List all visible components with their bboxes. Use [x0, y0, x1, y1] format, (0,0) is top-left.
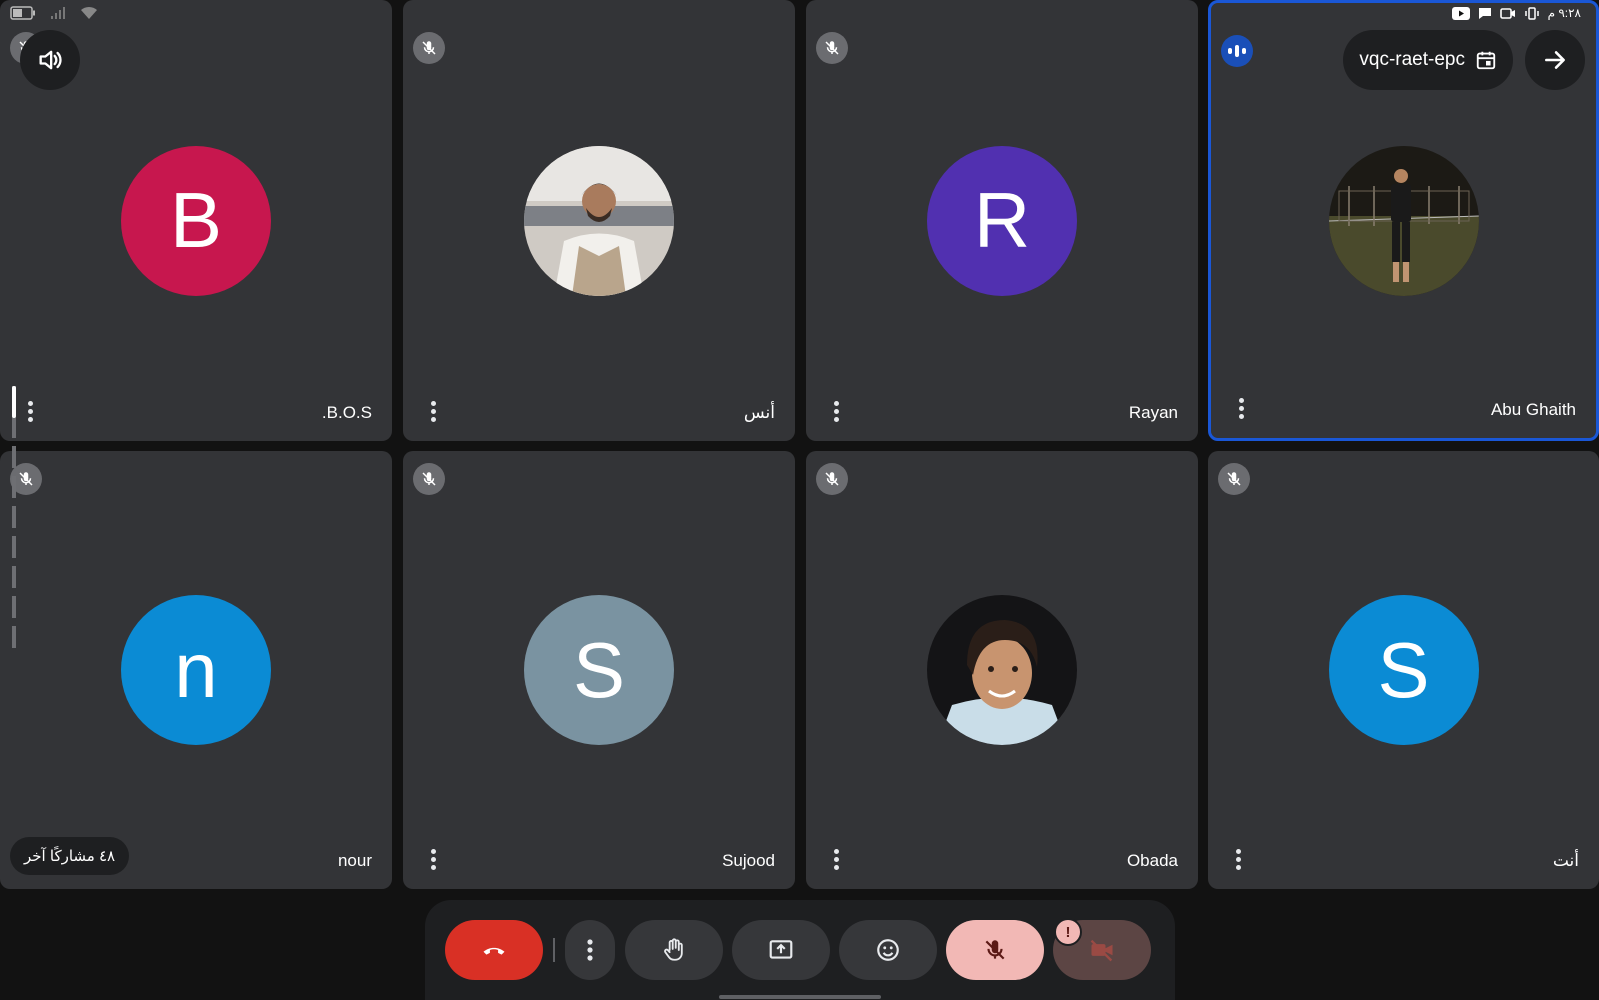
avatar: S: [1328, 595, 1479, 745]
more-vert-icon[interactable]: [421, 397, 445, 425]
mic-off-icon: [413, 463, 445, 495]
participant-name: .B.O.S: [321, 403, 372, 422]
mic-off-icon: [816, 463, 848, 495]
more-options-button[interactable]: [565, 920, 615, 980]
avatar: R: [927, 145, 1077, 296]
present-screen-icon: [769, 940, 793, 959]
more-vert-icon: [587, 939, 593, 961]
speaking-indicator-icon: [1221, 35, 1253, 67]
volume-button[interactable]: [20, 30, 80, 90]
participant-name: أنت: [1552, 851, 1579, 870]
microphone-toggle-button[interactable]: [946, 920, 1044, 980]
camera-off-icon: [1090, 939, 1113, 962]
arrow-right-button[interactable]: [1525, 30, 1585, 90]
mic-off-icon: [985, 940, 1005, 960]
scrollbar-track[interactable]: [12, 386, 16, 648]
alert-icon[interactable]: !: [1054, 918, 1082, 946]
participant-tile[interactable]: Obada: [806, 451, 1198, 889]
other-participants-chip[interactable]: ٤٨ مشاركًا آخر: [10, 837, 130, 875]
emoji-icon: [877, 939, 899, 961]
meeting-code: vqc-raet-epc: [1359, 49, 1465, 70]
avatar-photo: [524, 145, 674, 296]
participant-name: أنس: [743, 403, 775, 422]
divider: [553, 938, 555, 962]
participant-tile[interactable]: n ٤٨ مشاركًا آخر nour: [0, 451, 392, 889]
call-controls-bar: !: [425, 900, 1175, 1000]
avatar: n: [121, 595, 271, 745]
volume-icon: [39, 50, 62, 70]
more-vert-icon[interactable]: [1226, 845, 1250, 873]
present-screen-button[interactable]: [732, 920, 830, 980]
calendar-icon: [1476, 51, 1496, 70]
end-call-icon: [483, 947, 505, 955]
more-vert-icon[interactable]: [824, 397, 848, 425]
participant-tile[interactable]: أنس: [403, 0, 795, 441]
participant-name: nour: [337, 851, 372, 870]
avatar-photo: [927, 595, 1077, 745]
scrollbar-thumb[interactable]: [12, 386, 16, 418]
more-vert-icon[interactable]: [824, 845, 848, 873]
participant-tile[interactable]: R Rayan: [806, 0, 1198, 441]
more-vert-icon[interactable]: [421, 845, 445, 873]
raise-hand-icon: [664, 938, 683, 961]
participant-name: Obada: [1126, 851, 1178, 870]
meeting-code-chip[interactable]: vqc-raet-epc: [1343, 30, 1513, 90]
end-call-button[interactable]: [445, 920, 543, 980]
home-indicator[interactable]: [719, 995, 881, 999]
participant-tile-self[interactable]: S أنت: [1208, 451, 1599, 889]
mic-off-icon: [413, 32, 445, 64]
raise-hand-button[interactable]: [625, 920, 723, 980]
avatar: B: [121, 145, 271, 296]
participant-tile[interactable]: S Sujood: [403, 451, 795, 889]
participant-name: Rayan: [1128, 403, 1178, 422]
avatar-photo: [1328, 145, 1479, 296]
more-vert-icon[interactable]: [18, 397, 42, 425]
mic-off-icon: [1218, 463, 1250, 495]
arrow-right-icon: [1545, 51, 1565, 69]
reactions-button[interactable]: [839, 920, 937, 980]
more-vert-icon[interactable]: [1229, 394, 1253, 422]
avatar: S: [524, 595, 674, 745]
mic-off-icon: [816, 32, 848, 64]
participant-name: Abu Ghaith: [1490, 400, 1576, 419]
participant-name: Sujood: [722, 851, 775, 870]
